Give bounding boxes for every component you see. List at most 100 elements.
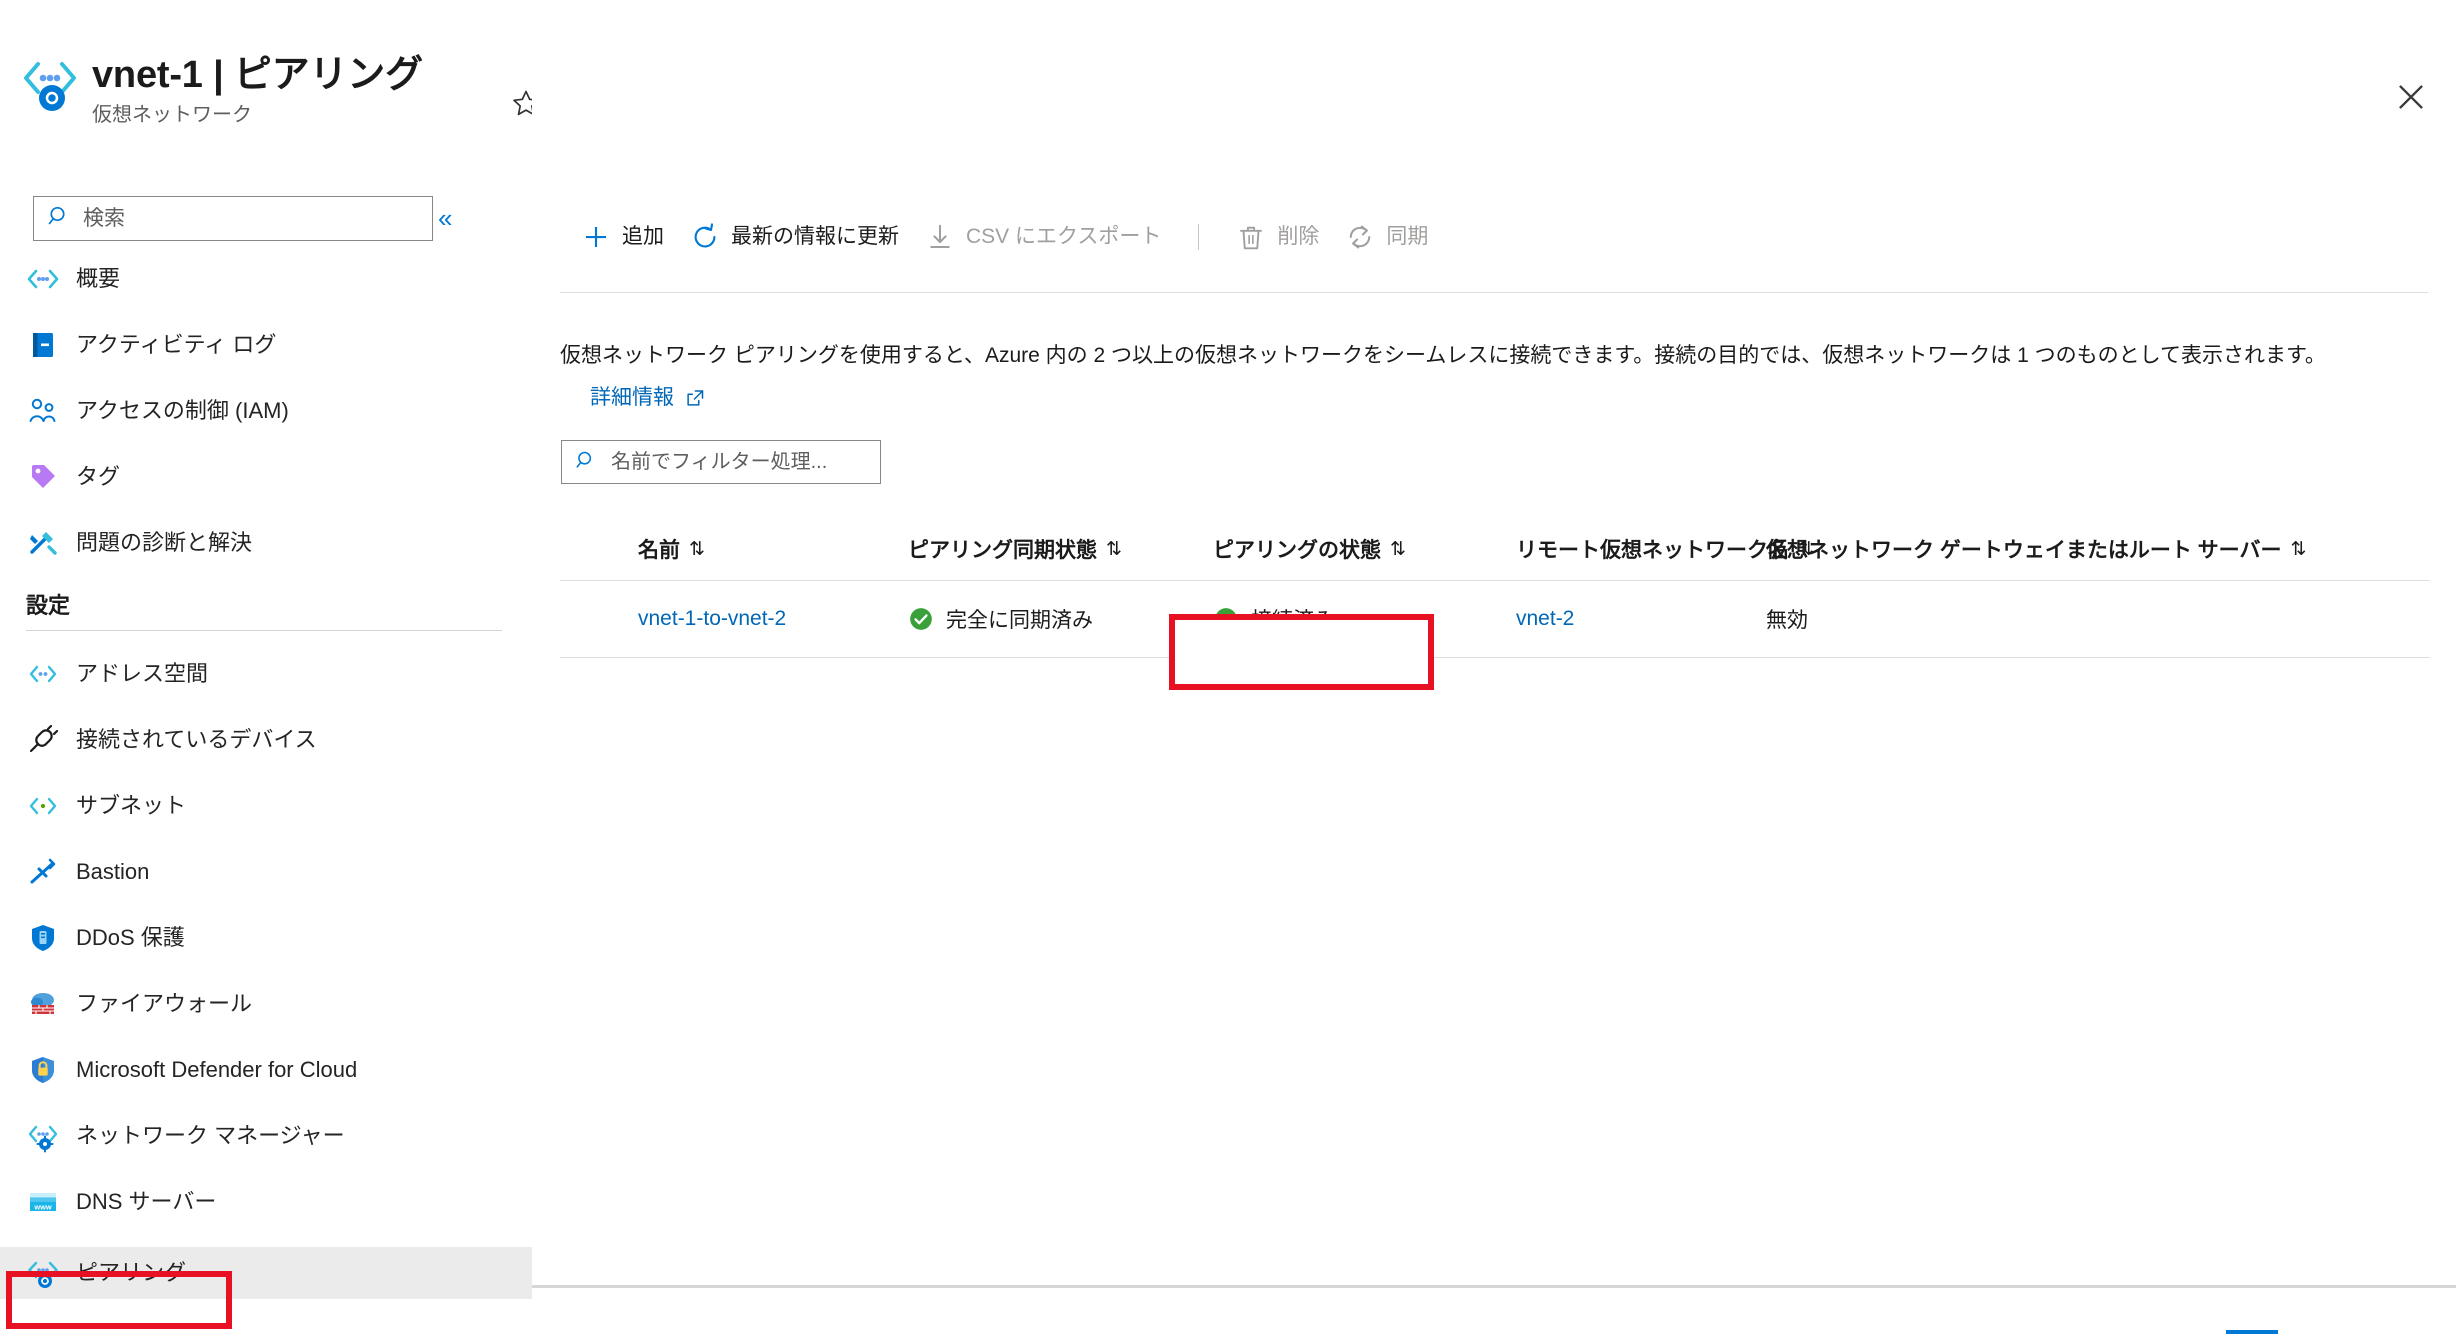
- sidebar-item-label: Bastion: [76, 859, 150, 884]
- sidebar-item-activity-log[interactable]: アクティビティ ログ: [0, 324, 532, 366]
- sidebar-item-bastion[interactable]: Bastion: [0, 851, 532, 893]
- close-icon[interactable]: [2392, 78, 2430, 116]
- page-title: vnet-1 | ピアリング: [92, 54, 423, 96]
- column-header-peering-sync-state[interactable]: ピアリング同期状態 ⇅: [908, 534, 1213, 564]
- sidebar-item-ddos-protection[interactable]: DDoS 保護: [0, 917, 532, 959]
- search-input-wrapper[interactable]: [33, 196, 433, 241]
- sidebar-item-label: ネットワーク マネージャー: [76, 1123, 345, 1148]
- check-circle-icon: [908, 606, 934, 632]
- troubleshoot-icon: [26, 526, 60, 560]
- learn-more-row: 詳細情報: [590, 384, 2430, 412]
- table-row-divider: [560, 657, 2430, 658]
- trash-icon: [1236, 222, 1266, 252]
- ddos-shield-icon: [26, 921, 60, 955]
- sidebar-section-divider: [26, 630, 502, 631]
- refresh-button[interactable]: 最新の情報に更新: [677, 213, 912, 261]
- search-icon: [47, 204, 71, 233]
- sidebar-item-dns-servers[interactable]: www DNS サーバー: [0, 1181, 532, 1223]
- vnet-icon: [26, 262, 60, 296]
- delete-button-label: 削除: [1277, 225, 1320, 248]
- peering-name-link[interactable]: vnet-1-to-vnet-2: [638, 607, 786, 631]
- bottom-accent-bar: [2226, 1330, 2278, 1334]
- sidebar-item-subnets[interactable]: サブネット: [0, 785, 532, 827]
- search-input[interactable]: [83, 206, 403, 231]
- table-header-row: 名前 ⇅ ピアリング同期状態 ⇅ ピアリングの状態 ⇅ リモート仮想ネットワーク…: [560, 518, 2430, 580]
- sidebar-item-connected-devices[interactable]: 接続されているデバイス: [0, 719, 532, 761]
- peering-sync-state-text: 完全に同期済み: [946, 609, 1093, 632]
- export-csv-button-label: CSV にエクスポート: [966, 225, 1162, 248]
- sidebar-section-title-settings: 設定: [26, 593, 71, 618]
- filter-input-wrapper[interactable]: [561, 440, 881, 484]
- sidebar-item-peerings[interactable]: ピアリング: [0, 1247, 532, 1299]
- cell-peering-state: 接続済み: [1213, 604, 1516, 634]
- column-header-label: 仮想ネットワーク ゲートウェイまたはルート サーバー: [1766, 539, 2282, 562]
- column-header-label: リモート仮想ネットワーク名: [1516, 539, 1789, 562]
- firewall-icon: [26, 987, 60, 1021]
- command-bar: 追加 最新の情報に更新 CSV にエクスポート 削除 同期: [568, 212, 1441, 262]
- sort-arrows-icon: ⇅: [2290, 538, 2307, 560]
- column-header-remote-vnet[interactable]: リモート仮想ネットワーク名 ⇅: [1516, 534, 1814, 564]
- table-row[interactable]: vnet-1-to-vnet-2 完全に同期済み 接続済み vnet-2 無効: [560, 581, 2430, 657]
- sort-arrows-icon: ⇅: [689, 538, 705, 560]
- remote-vnet-link[interactable]: vnet-2: [1516, 607, 1574, 631]
- sidebar-item-troubleshoot[interactable]: 問題の診断と解決: [0, 522, 532, 564]
- page-subtitle: 仮想ネットワーク: [92, 104, 252, 126]
- description-text: 仮想ネットワーク ピアリングを使用すると、Azure 内の 2 つ以上の仮想ネッ…: [560, 344, 2326, 367]
- svg-text:www: www: [33, 1202, 51, 1211]
- column-header-gateway[interactable]: 仮想ネットワーク ゲートウェイまたはルート サーバー ⇅: [1766, 534, 2326, 564]
- collapse-sidebar-button[interactable]: «: [438, 203, 452, 233]
- subnet-icon: [26, 789, 60, 823]
- sidebar-item-network-manager[interactable]: ネットワーク マネージャー: [0, 1115, 532, 1157]
- bottom-divider-left: [532, 1285, 1666, 1288]
- column-header-name[interactable]: 名前 ⇅: [560, 534, 908, 564]
- add-button-label: 追加: [622, 225, 664, 248]
- description-block: 仮想ネットワーク ピアリングを使用すると、Azure 内の 2 つ以上の仮想ネッ…: [560, 340, 2430, 412]
- command-bar-divider: [560, 292, 2428, 293]
- export-csv-button[interactable]: CSV にエクスポート: [912, 213, 1174, 261]
- column-header-peering-state[interactable]: ピアリングの状態 ⇅: [1213, 534, 1516, 564]
- sort-arrows-icon: ⇅: [1106, 538, 1122, 560]
- sidebar-item-label: アドレス空間: [76, 661, 209, 686]
- sidebar-item-label: アクセスの制御 (IAM): [76, 398, 289, 423]
- tag-icon: [26, 460, 60, 494]
- sidebar-item-tags[interactable]: タグ: [0, 456, 532, 498]
- sidebar-item-label: アクティビティ ログ: [76, 332, 277, 357]
- plus-icon: [581, 222, 611, 252]
- sort-arrows-icon: ⇅: [1390, 538, 1406, 560]
- sidebar-item-label: 接続されているデバイス: [76, 727, 317, 752]
- peering-state-text: 接続済み: [1251, 609, 1335, 632]
- sidebar-item-label: 概要: [76, 266, 121, 291]
- sidebar-item-label: ピアリング: [76, 1260, 187, 1285]
- filter-input[interactable]: [611, 450, 851, 474]
- column-header-label: ピアリングの状態: [1213, 539, 1381, 562]
- sidebar-item-access-control[interactable]: アクセスの制御 (IAM): [0, 390, 532, 432]
- access-control-icon: [26, 394, 60, 428]
- sidebar-item-address-space[interactable]: アドレス空間: [0, 653, 532, 695]
- sync-icon: [1345, 222, 1375, 252]
- virtual-network-peering-icon: [22, 58, 78, 118]
- search-icon: [575, 449, 597, 476]
- sidebar-item-defender-for-cloud[interactable]: Microsoft Defender for Cloud: [0, 1049, 532, 1091]
- cell-peering-sync-state: 完全に同期済み: [908, 604, 1213, 634]
- defender-shield-icon: [26, 1053, 60, 1087]
- delete-button[interactable]: 削除: [1223, 213, 1332, 261]
- sidebar-item-label: 問題の診断と解決: [76, 530, 253, 555]
- sidebar-item-overview[interactable]: 概要: [0, 258, 532, 300]
- sidebar-item-firewall[interactable]: ファイアウォール: [0, 983, 532, 1025]
- add-button[interactable]: 追加: [568, 213, 677, 261]
- sidebar-item-label: DDoS 保護: [76, 925, 185, 950]
- sync-button[interactable]: 同期: [1332, 213, 1441, 261]
- toolbar-divider: [1198, 224, 1200, 250]
- download-icon: [925, 222, 955, 252]
- refresh-icon: [690, 222, 720, 252]
- cell-name: vnet-1-to-vnet-2: [560, 607, 908, 631]
- sidebar-item-label: Microsoft Defender for Cloud: [76, 1057, 358, 1082]
- sidebar-item-label: ファイアウォール: [76, 991, 253, 1016]
- cell-remote-vnet: vnet-2: [1516, 607, 1766, 631]
- connected-devices-icon: [26, 723, 60, 757]
- bastion-icon: [26, 855, 60, 889]
- learn-more-link[interactable]: 詳細情報: [590, 384, 674, 412]
- refresh-button-label: 最新の情報に更新: [731, 225, 899, 248]
- address-space-icon: [26, 657, 60, 691]
- dns-server-icon: www: [26, 1185, 60, 1219]
